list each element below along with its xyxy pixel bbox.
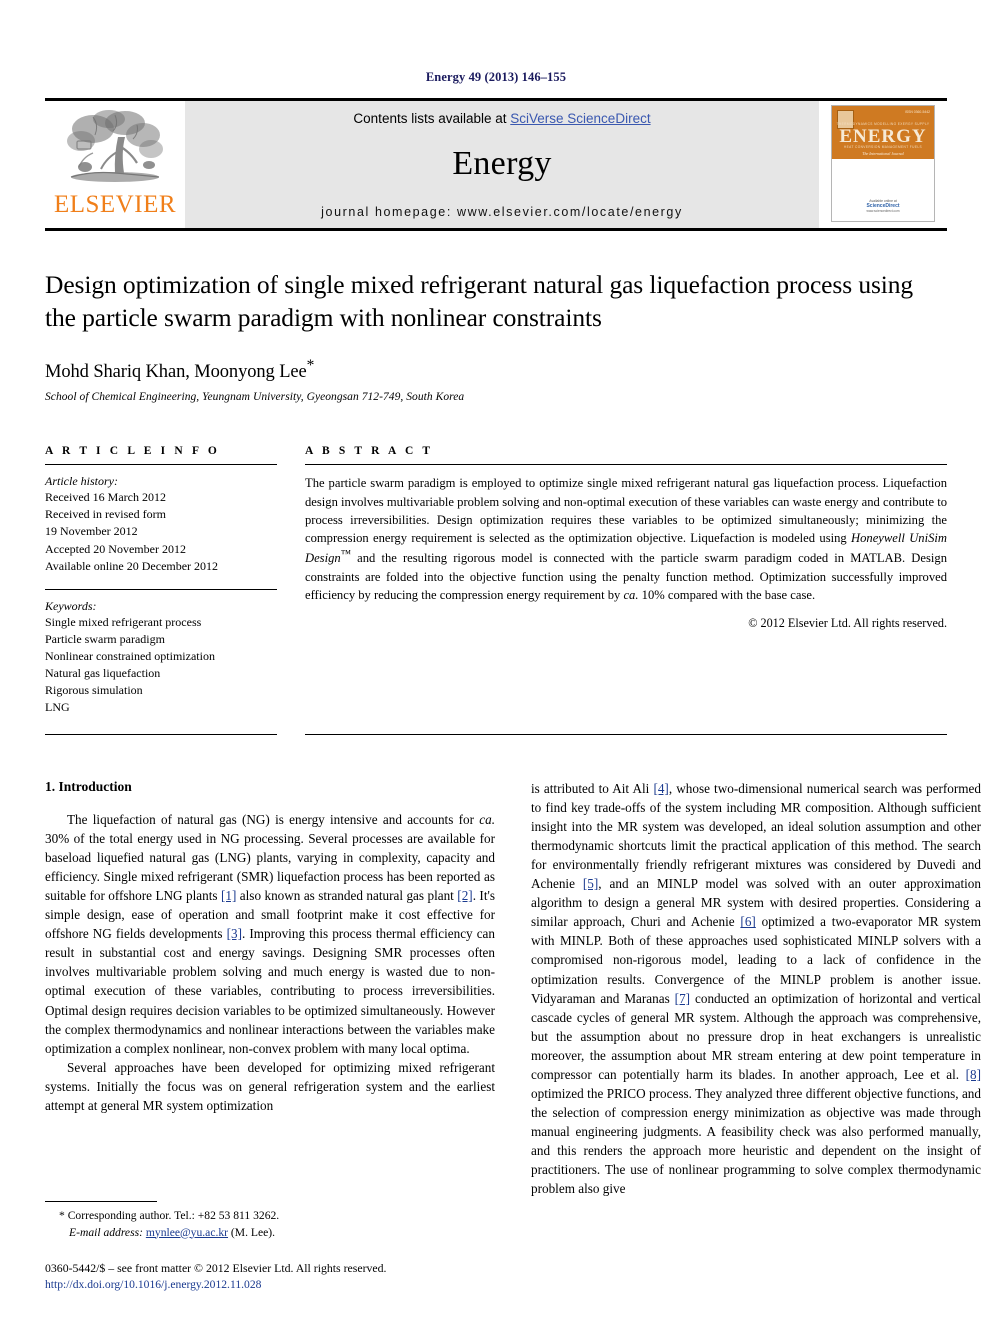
elsevier-tree-icon [63,107,167,191]
cover-image: ISSN 0360-5442 THERMODYNAMICS MODELLING … [831,105,935,222]
info-abstract-row: A R T I C L E I N F O Article history: R… [45,445,947,715]
body-paragraph: Several approaches have been developed f… [45,1058,495,1115]
body-columns: 1. Introduction The liquefaction of natu… [45,779,981,1199]
elsevier-logo: ELSEVIER [45,101,185,228]
corresponding-text: Corresponding author. Tel.: +82 53 811 3… [64,1209,280,1223]
copyright-line: © 2012 Elsevier Ltd. All rights reserved… [748,616,947,631]
keywords-list: Single mixed refrigerant process Particle… [45,614,277,716]
info-bottom-rule [45,733,277,735]
reference-link[interactable]: [3] [227,926,242,941]
keywords-rule [45,588,277,590]
abstract-bottom-rule [305,733,947,735]
article-history-item: 19 November 2012 [45,524,138,539]
paragraph-text: The liquefaction of natural gas (NG) is … [67,811,480,827]
email-label: E-mail address: [69,1225,143,1239]
cover-issn: ISSN 0360-5442 [904,110,930,114]
email-suffix: (M. Lee). [228,1225,276,1239]
paragraph-text: Several approaches have been developed f… [45,1059,495,1113]
keyword-item: Natural gas liquefaction [45,665,161,680]
right-column-paragraphs: is attributed to Ait Ali [4], whose two-… [531,779,981,1199]
footnote-rule [45,1201,157,1203]
info-abstract-bottom-rules [45,733,947,735]
paragraph-text: optimized the PRICO process. They analyz… [531,1086,981,1197]
reference-link[interactable]: [4] [653,781,668,796]
paragraph-text: , whose two-dimensional numerical search… [531,780,981,892]
authors-names: Mohd Shariq Khan, Moonyong Lee [45,362,307,383]
article-info-rule [45,464,277,466]
abstract-circa: ca. [623,588,639,603]
keyword-item: Rigorous simulation [45,682,143,697]
emphasis-text: ca. [479,811,495,827]
journal-banner: Contents lists available at SciVerse Sci… [185,101,819,228]
abstract-column: A B S T R A C T The particle swarm parad… [305,445,947,715]
body-paragraph: is attributed to Ait Ali [4], whose two-… [531,779,981,1199]
reference-link[interactable]: [6] [740,914,755,929]
title-block: Design optimization of single mixed refr… [45,269,947,403]
article-info-column: A R T I C L E I N F O Article history: R… [45,445,277,715]
cover-tagline: The International Journal [862,151,904,156]
sciencedirect-link[interactable]: SciVerse ScienceDirect [510,111,650,126]
article-history-item: Received 16 March 2012 [45,490,166,505]
article-history-item: Accepted 20 November 2012 [45,541,186,556]
left-column-paragraphs: The liquefaction of natural gas (NG) is … [45,810,495,1115]
contents-available-line: Contents lists available at SciVerse Sci… [353,111,650,126]
journal-masthead: ELSEVIER Contents lists available at Sci… [45,98,947,228]
article-history-item: Received in revised form [45,507,166,522]
page-title: Design optimization of single mixed refr… [45,269,947,334]
paper-page: Energy 49 (2013) 146–155 ELSEVIER Conten… [0,0,992,1323]
keyword-item: Nonlinear constrained optimization [45,648,215,663]
keyword-item: Particle swarm paradigm [45,631,165,646]
paragraph-text: . Improving this process thermal efficie… [45,926,496,1056]
article-info-heading: A R T I C L E I N F O [45,445,220,458]
body-column-left: 1. Introduction The liquefaction of natu… [45,779,495,1199]
reference-link[interactable]: [8] [966,1067,981,1082]
paragraph-text: is attributed to Ait Ali [531,780,654,796]
footnote-area: * Corresponding author. Tel.: +82 53 811… [45,1201,495,1293]
keyword-item: Single mixed refrigerant process [45,614,202,629]
reference-link[interactable]: [7] [675,991,690,1006]
journal-homepage-line[interactable]: journal homepage: www.elsevier.com/locat… [321,205,683,219]
abstract-heading: A B S T R A C T [305,445,434,458]
doi-link[interactable]: http://dx.doi.org/10.1016/j.energy.2012.… [45,1277,495,1293]
body-paragraph: The liquefaction of natural gas (NG) is … [45,810,495,1058]
email-note: E-mail address: mynlee@yu.ac.kr (M. Lee)… [45,1225,495,1241]
issn-block: 0360-5442/$ – see front matter © 2012 El… [45,1260,495,1293]
corresponding-author-marker: * [306,357,315,375]
reference-link[interactable]: [2] [457,888,472,903]
corresponding-author-note: * Corresponding author. Tel.: +82 53 811… [45,1208,495,1224]
section-heading-introduction: 1. Introduction [45,778,132,794]
cover-bottom-panel: Available online at ScienceDirect www.sc… [832,199,934,221]
reference-link[interactable]: [5] [583,876,598,891]
contents-prefix: Contents lists available at [353,111,511,126]
keywords-label: Keywords: [45,598,97,613]
paper-title-line1: Design optimization of single mixed refr… [45,270,853,299]
cover-top-panel: ISSN 0360-5442 THERMODYNAMICS MODELLING … [832,106,934,159]
paragraph-text: also known as stranded natural gas plant [236,888,458,904]
affiliation: School of Chemical Engineering, Yeungnam… [45,391,465,404]
masthead-bottom-rule [45,228,947,231]
article-history-list: Received 16 March 2012 Received in revise… [45,489,277,574]
running-head: Energy 49 (2013) 146–155 [425,70,567,84]
trademark-symbol: ™ [340,549,351,561]
abstract-rule [305,464,947,466]
article-history-item: Available online 20 December 2012 [45,558,219,573]
journal-cover-thumbnail: ISSN 0360-5442 THERMODYNAMICS MODELLING … [819,101,947,228]
author-list: Mohd Shariq Khan, Moonyong Lee* [45,357,947,383]
email-link[interactable]: mynlee@yu.ac.kr [146,1226,228,1239]
cover-sciencedirect-url: www.sciencedirect.com [866,209,900,213]
keyword-item: LNG [45,699,70,714]
journal-title: Energy [452,145,552,182]
abstract-text: The particle swarm paradigm is employed … [305,474,947,604]
cover-topics-bottom: HEAT CONVERSION MANAGEMENT FUELS [843,145,923,149]
elsevier-wordmark: ELSEVIER [53,191,177,218]
reference-link[interactable]: [1] [221,888,236,903]
abstract-part3: 10% compared with the base case. [638,588,816,603]
article-history-label: Article history: [45,474,118,489]
body-column-right: is attributed to Ait Ali [4], whose two-… [531,779,981,1199]
issn-front-matter: 0360-5442/$ – see front matter © 2012 El… [45,1260,387,1275]
